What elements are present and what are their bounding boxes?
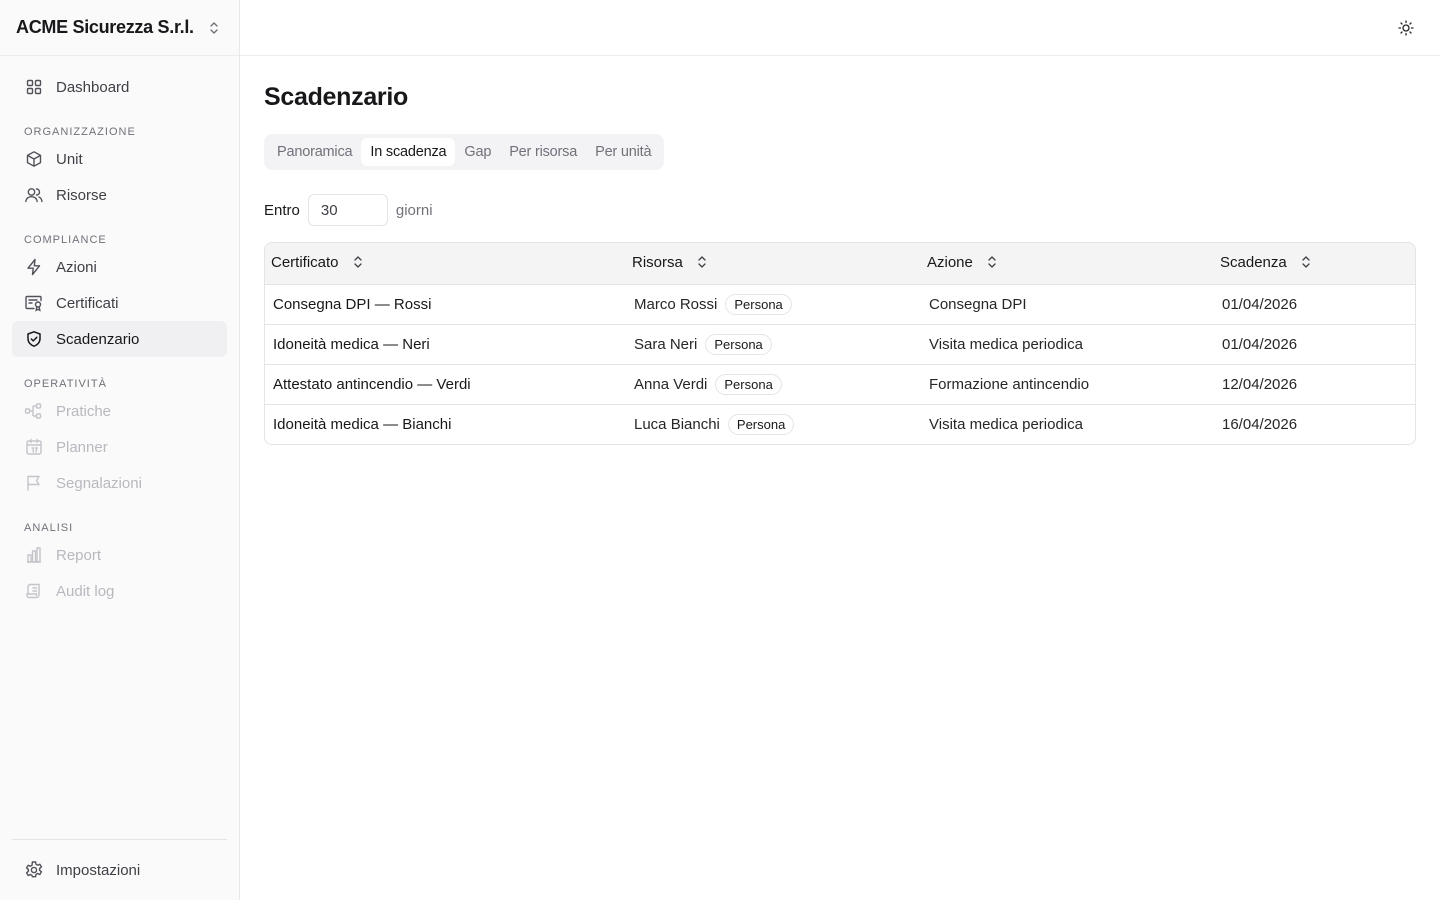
resource-name: Luca Bianchi (634, 415, 720, 433)
sidebar-item-label: Dashboard (56, 78, 130, 96)
tab-per-risorsa[interactable]: Per risorsa (500, 138, 586, 166)
users-icon (24, 185, 44, 205)
sidebar-item-audit-log[interactable]: Audit log (12, 573, 227, 609)
gear-icon (24, 860, 44, 880)
sidebar-item-label: Scadenzario (56, 330, 140, 348)
sort-icon[interactable] (987, 254, 999, 272)
lightning-icon (24, 257, 44, 277)
tab-per-unita[interactable]: Per unità (586, 138, 660, 166)
sidebar-item-certificati[interactable]: Certificati (12, 285, 227, 321)
section-operativita: OPERATIVITÀ (24, 378, 107, 390)
sidebar-footer: Impostazioni (12, 839, 227, 888)
cell-risorsa: Sara Neri Persona (626, 324, 921, 364)
section-organizzazione: ORGANIZZAZIONE (24, 126, 136, 138)
days-input[interactable] (307, 194, 388, 226)
column-header-azione[interactable]: Azione (921, 243, 1214, 284)
cell-scadenza: 01/04/2026 (1222, 295, 1298, 313)
cell-risorsa: Marco Rossi Persona (626, 284, 921, 324)
cell-risorsa: Anna Verdi Persona (626, 364, 921, 404)
chevron-up-down-icon[interactable] (208, 19, 220, 37)
main-content: Scadenzario Panoramica In scadenza Gap P… (264, 56, 1416, 445)
cell-certificato: Consegna DPI — Rossi (273, 295, 432, 313)
table-row[interactable]: Attestato antincendio — Verdi Anna Verdi… (265, 364, 1415, 404)
calendar-icon (24, 437, 44, 457)
filter-label: Entro (264, 201, 300, 219)
sidebar: ACME Sicurezza S.r.l. Dashboard ORGANIZZ… (0, 0, 240, 900)
cell-scadenza: 12/04/2026 (1222, 375, 1298, 393)
resource-type-badge: Persona (725, 293, 792, 315)
tab-gap[interactable]: Gap (455, 138, 500, 166)
tab-in-scadenza[interactable]: In scadenza (361, 138, 456, 166)
table-header-row: Certificato Risorsa Azione Scadenza (265, 243, 1415, 284)
resource-name: Anna Verdi (634, 375, 708, 393)
cell-risorsa: Luca Bianchi Persona (626, 404, 921, 444)
days-filter: Entro giorni (264, 194, 1416, 226)
cell-azione: Consegna DPI (929, 295, 1027, 313)
deadlines-table: Certificato Risorsa Azione Scadenza Cons… (264, 242, 1416, 445)
sidebar-item-report[interactable]: Report (12, 537, 227, 573)
cell-azione: Formazione antincendio (929, 375, 1090, 393)
sort-icon[interactable] (353, 254, 365, 272)
cell-scadenza: 01/04/2026 (1222, 335, 1298, 353)
cell-certificato: Idoneità medica — Bianchi (273, 415, 452, 433)
sidebar-item-label: Segnalazioni (56, 474, 142, 492)
resource-type-badge: Persona (727, 413, 795, 435)
sidebar-item-label: Report (56, 546, 102, 564)
sidebar-item-risorse[interactable]: Risorse (12, 177, 227, 213)
tab-list: Panoramica In scadenza Gap Per risorsa P… (264, 134, 665, 170)
resource-type-badge: Persona (705, 333, 772, 355)
sidebar-item-label: Audit log (56, 582, 115, 600)
sidebar-item-segnalazioni[interactable]: Segnalazioni (12, 465, 227, 501)
sidebar-nav: Dashboard ORGANIZZAZIONE Unit Risorse CO… (0, 56, 239, 609)
column-header-certificato[interactable]: Certificato (265, 243, 626, 284)
log-icon (24, 581, 44, 601)
resource-name: Sara Neri (634, 335, 698, 353)
sidebar-item-azioni[interactable]: Azioni (12, 249, 227, 285)
table-row[interactable]: Idoneità medica — Neri Sara Neri Persona … (265, 324, 1415, 364)
cell-certificato: Idoneità medica — Neri (273, 335, 430, 353)
sidebar-item-unit[interactable]: Unit (12, 141, 227, 177)
sort-icon[interactable] (1301, 254, 1313, 272)
sidebar-item-label: Unit (56, 150, 83, 168)
resource-name: Marco Rossi (634, 295, 718, 313)
theme-toggle-sun-icon[interactable] (1396, 18, 1416, 38)
cell-scadenza: 16/04/2026 (1222, 415, 1298, 433)
sidebar-item-label: Pratiche (56, 402, 112, 420)
sidebar-item-impostazioni[interactable]: Impostazioni (12, 852, 227, 888)
sidebar-item-label: Impostazioni (56, 861, 141, 879)
section-analisi: ANALISI (24, 522, 74, 534)
grid-icon (24, 77, 44, 97)
table-row[interactable]: Idoneità medica — Bianchi Luca Bianchi Pe… (265, 404, 1415, 444)
page-title: Scadenzario (264, 83, 408, 111)
org-name: ACME Sicurezza S.r.l. (16, 17, 194, 37)
filter-unit: giorni (395, 201, 433, 219)
sidebar-item-planner[interactable]: Planner (12, 429, 227, 465)
tab-panoramica[interactable]: Panoramica (268, 138, 361, 166)
resource-type-badge: Persona (715, 373, 782, 395)
shield-check-icon (24, 329, 44, 349)
sidebar-item-label: Risorse (56, 186, 107, 204)
sidebar-item-label: Certificati (56, 294, 119, 312)
topbar (240, 0, 1440, 56)
column-header-scadenza[interactable]: Scadenza (1214, 243, 1415, 284)
sidebar-item-scadenzario[interactable]: Scadenzario (12, 321, 227, 357)
org-switcher[interactable]: ACME Sicurezza S.r.l. (0, 0, 239, 56)
sidebar-item-dashboard[interactable]: Dashboard (12, 69, 227, 105)
cube-icon (24, 149, 44, 169)
sidebar-item-label: Azioni (56, 258, 97, 276)
cell-azione: Visita medica periodica (929, 335, 1083, 353)
section-compliance: COMPLIANCE (24, 234, 107, 246)
flag-icon (24, 473, 44, 493)
sort-icon[interactable] (697, 254, 709, 272)
bar-chart-icon (24, 545, 44, 565)
sidebar-item-pratiche[interactable]: Pratiche (12, 393, 227, 429)
certificate-icon (24, 293, 44, 313)
workflow-icon (24, 401, 44, 421)
cell-azione: Visita medica periodica (929, 415, 1083, 433)
cell-certificato: Attestato antincendio — Verdi (273, 375, 471, 393)
table-row[interactable]: Consegna DPI — Rossi Marco Rossi Persona … (265, 284, 1415, 324)
column-header-risorsa[interactable]: Risorsa (626, 243, 921, 284)
sidebar-item-label: Planner (56, 438, 108, 456)
